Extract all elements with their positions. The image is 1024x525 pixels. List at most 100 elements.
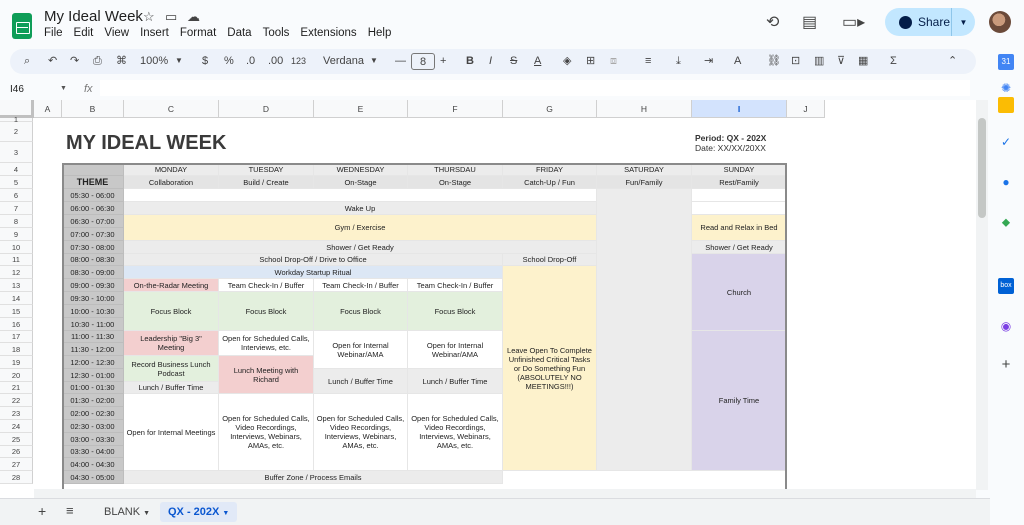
- time-slot[interactable]: 04:30 - 05:00: [62, 471, 124, 484]
- keep-icon[interactable]: [998, 97, 1014, 113]
- column-header-d[interactable]: D: [219, 100, 314, 118]
- row-header[interactable]: 11: [0, 254, 33, 266]
- sheets-logo-icon[interactable]: [12, 13, 32, 39]
- time-slot[interactable]: 01:00 - 01:30: [62, 382, 124, 394]
- event-radar-meeting[interactable]: On-the-Radar Meeting: [124, 279, 219, 292]
- day-theme[interactable]: Build / Create: [219, 176, 314, 189]
- font-size-input[interactable]: 8: [411, 53, 435, 70]
- text-wrapping-icon[interactable]: ⇥: [704, 53, 713, 69]
- functions-icon[interactable]: Σ: [890, 53, 897, 69]
- time-slot[interactable]: 03:30 - 04:00: [62, 446, 124, 458]
- avatar[interactable]: [989, 11, 1011, 33]
- meet-camera-icon[interactable]: ▭▸: [842, 12, 865, 32]
- theme-label[interactable]: THEME: [62, 176, 124, 189]
- event-checkin[interactable]: Team Check-In / Buffer: [314, 279, 408, 292]
- event-workday-ritual[interactable]: Workday Startup Ritual: [124, 266, 503, 279]
- event-wake-up[interactable]: Wake Up: [124, 202, 597, 215]
- day-theme[interactable]: Rest/Family: [692, 176, 787, 189]
- row-header[interactable]: 16: [0, 318, 33, 331]
- row-header[interactable]: 6: [0, 189, 33, 202]
- text-color-icon[interactable]: A: [534, 53, 541, 69]
- event-scheduled-calls[interactable]: Open for Scheduled Calls, Video Recordin…: [408, 394, 503, 471]
- contacts-icon[interactable]: ●: [998, 174, 1014, 190]
- row-header[interactable]: 14: [0, 292, 33, 305]
- row-header[interactable]: 22: [0, 394, 33, 407]
- menu-help[interactable]: Help: [368, 27, 392, 39]
- event-internal-meetings[interactable]: Open for Internal Meetings: [124, 394, 219, 471]
- increase-decimal-button[interactable]: .00: [268, 53, 283, 69]
- menu-format[interactable]: Format: [180, 27, 216, 39]
- day-theme[interactable]: Collaboration: [124, 176, 219, 189]
- event-gym[interactable]: Gym / Exercise: [124, 215, 597, 241]
- day-header[interactable]: SATURDAY: [597, 163, 692, 176]
- time-slot[interactable]: 06:30 - 07:00: [62, 215, 124, 228]
- column-header-b[interactable]: B: [62, 100, 124, 118]
- calendar-icon[interactable]: 31: [998, 54, 1014, 70]
- time-slot[interactable]: 11:00 - 11:30: [62, 331, 124, 343]
- insert-link-icon[interactable]: ⛓: [767, 53, 781, 69]
- menu-edit[interactable]: Edit: [74, 27, 94, 39]
- vertical-align-icon[interactable]: ⤓: [676, 53, 681, 69]
- fill-color-icon[interactable]: ◈: [563, 53, 571, 69]
- row-header[interactable]: 24: [0, 420, 33, 433]
- maps-icon[interactable]: ⬥: [998, 214, 1014, 230]
- event-focus-block[interactable]: Focus Block: [314, 292, 408, 331]
- column-header-g[interactable]: G: [503, 100, 597, 118]
- insert-chart-icon[interactable]: ▥: [814, 53, 824, 69]
- star-icon[interactable]: ☆: [143, 9, 155, 25]
- row-header[interactable]: 28: [0, 471, 33, 484]
- zoom-select[interactable]: 100%: [140, 53, 168, 69]
- vertical-scroll-thumb[interactable]: [978, 118, 986, 218]
- merge-cells-icon[interactable]: ⧈: [610, 53, 617, 69]
- filter-views-icon[interactable]: ▦: [858, 53, 868, 69]
- day-header[interactable]: MONDAY: [124, 163, 219, 176]
- row-header[interactable]: 20: [0, 369, 33, 382]
- search-menus-icon[interactable]: ⌕: [24, 53, 30, 69]
- horizontal-scrollbar[interactable]: [34, 489, 976, 498]
- event-webinar-thu[interactable]: Open for Internal Webinar/AMA: [408, 331, 503, 369]
- strikethrough-icon[interactable]: S: [510, 53, 517, 69]
- event-scheduled-calls[interactable]: Open for Scheduled Calls, Video Recordin…: [219, 394, 314, 471]
- addon-circle-icon[interactable]: ◉: [998, 318, 1014, 334]
- currency-format-button[interactable]: $: [202, 53, 208, 69]
- event-focus-block[interactable]: Focus Block: [124, 292, 219, 331]
- paint-format-icon[interactable]: ⌘: [116, 53, 127, 69]
- period-text[interactable]: Period: QX - 202X: [695, 133, 766, 143]
- version-history-icon[interactable]: ⟲: [766, 12, 779, 32]
- column-header-a[interactable]: A: [34, 100, 62, 118]
- undo-icon[interactable]: ↶: [48, 53, 57, 69]
- row-header[interactable]: 17: [0, 331, 33, 343]
- column-header-h[interactable]: H: [597, 100, 692, 118]
- row-header[interactable]: 27: [0, 458, 33, 471]
- event-school-drop-off-office[interactable]: School Drop-Off / Drive to Office: [124, 254, 503, 266]
- saturday-block[interactable]: [597, 189, 692, 471]
- time-slot[interactable]: 02:00 - 02:30: [62, 407, 124, 420]
- borders-icon[interactable]: ⊞: [586, 53, 595, 69]
- time-slot[interactable]: 10:00 - 10:30: [62, 305, 124, 318]
- comments-icon[interactable]: ▤: [802, 12, 817, 32]
- row-header[interactable]: 10: [0, 241, 33, 254]
- event-friday-open[interactable]: Leave Open To Complete Unfinished Critic…: [503, 266, 597, 471]
- time-slot[interactable]: 08:30 - 09:00: [62, 266, 124, 279]
- time-slot[interactable]: 12:30 - 01:00: [62, 369, 124, 382]
- bold-icon[interactable]: B: [466, 53, 474, 69]
- row-header[interactable]: 23: [0, 407, 33, 420]
- menu-file[interactable]: File: [44, 27, 63, 39]
- time-slot[interactable]: 10:30 - 11:00: [62, 318, 124, 331]
- time-slot[interactable]: 01:30 - 02:00: [62, 394, 124, 407]
- tab-qx-202x[interactable]: QX - 202X ▼: [160, 502, 238, 522]
- time-slot[interactable]: 09:00 - 09:30: [62, 279, 124, 292]
- event-big3-meeting[interactable]: Leadership "Big 3" Meeting: [124, 331, 219, 356]
- time-slot[interactable]: 08:00 - 08:30: [62, 254, 124, 266]
- font-dropdown-icon[interactable]: ▼: [370, 53, 378, 69]
- event-lunch-buffer[interactable]: Lunch / Buffer Time: [408, 369, 503, 394]
- tasks-icon[interactable]: ✓: [998, 134, 1014, 150]
- box-addon-icon[interactable]: box: [998, 278, 1014, 294]
- event-checkin[interactable]: Team Check-In / Buffer: [219, 279, 314, 292]
- tab-active-dropdown-icon[interactable]: ▼: [222, 510, 229, 517]
- sheet-title[interactable]: MY IDEAL WEEK: [66, 132, 226, 155]
- row-header[interactable]: 18: [0, 343, 33, 356]
- event-podcast[interactable]: Record Business Lunch Podcast: [124, 356, 219, 382]
- share-dropdown-icon[interactable]: ▼: [951, 8, 975, 36]
- row-header[interactable]: 19: [0, 356, 33, 369]
